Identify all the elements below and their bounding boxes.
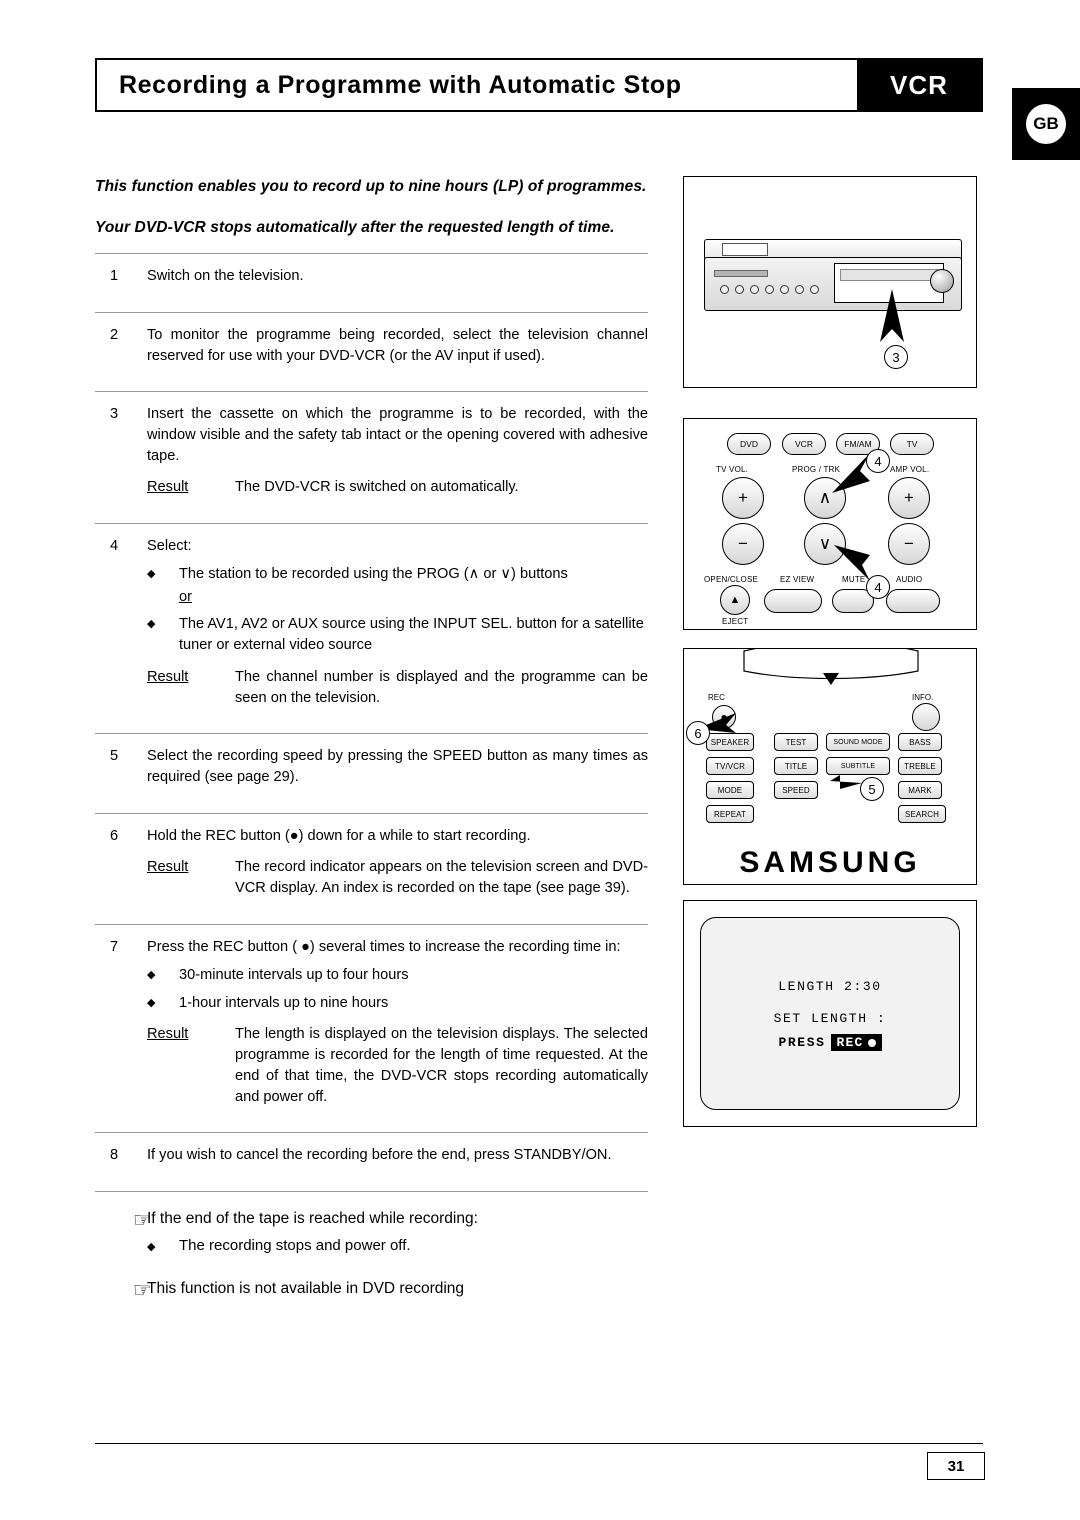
- device-callout-arrow-icon: [880, 289, 904, 342]
- diamond-bullet-icon: ◆: [147, 996, 156, 1009]
- bullet-text: The station to be recorded using the PRO…: [179, 565, 568, 582]
- step-number: 3: [110, 406, 119, 423]
- step-bullet: ◆ The station to be recorded using the P…: [147, 564, 648, 585]
- diamond-bullet-icon: ◆: [147, 1241, 156, 1254]
- step-item: 4 Select: ◆ The station to be recorded u…: [95, 524, 648, 719]
- footer-divider: [95, 1443, 983, 1444]
- diamond-bullet-icon: ◆: [147, 567, 156, 580]
- osd-set-length-line: SET LENGTH :: [773, 1011, 887, 1026]
- step-text: Switch on the television.: [147, 268, 304, 285]
- step-text: Select the recording speed by pressing t…: [147, 748, 648, 786]
- figure-device-front-panel: 3: [683, 176, 977, 388]
- region-badge: GB: [1012, 88, 1080, 160]
- brand-logo: SAMSUNG: [739, 846, 921, 879]
- osd-rec-label: REC: [836, 1035, 864, 1050]
- step-text: If you wish to cancel the recording befo…: [147, 1147, 612, 1164]
- step-text: To monitor the programme being recorded,…: [147, 326, 648, 364]
- note-text: If the end of the tape is reached while …: [147, 1210, 478, 1228]
- result-text: The length is displayed on the televisio…: [235, 1026, 648, 1105]
- step-item: 5 Select the recording speed by pressing…: [95, 734, 648, 798]
- result-text: The record indicator appears on the tele…: [235, 859, 648, 897]
- instructions-column: This function enables you to record up t…: [95, 175, 648, 1307]
- step-number: 8: [110, 1147, 119, 1164]
- figure-remote-lower: REC INFO. ● SPEAKER TEST SOUND MODE BASS…: [683, 648, 977, 885]
- remote-callout-arrows-icon: [832, 453, 870, 581]
- diamond-bullet-icon: ◆: [147, 618, 156, 631]
- step-text: Insert the cassette on which the program…: [147, 406, 648, 464]
- callout-3: 3: [884, 345, 908, 369]
- bullet-text: The AV1, AV2 or AUX source using the INP…: [179, 616, 644, 654]
- step-number: 1: [110, 268, 119, 285]
- osd-press-row: PRESS REC: [778, 1034, 882, 1051]
- step-text: Select:: [147, 538, 192, 555]
- result-label: Result: [147, 1026, 189, 1043]
- step-bullet: ◆ 30-minute intervals up to four hours: [147, 965, 648, 986]
- result-text: The DVD-VCR is switched on automatically…: [235, 479, 519, 496]
- step-item: 2 To monitor the programme being recorde…: [95, 313, 648, 377]
- callout-6: 6: [686, 721, 710, 745]
- note-subtext: The recording stops and power off.: [179, 1237, 411, 1255]
- divider: [95, 1191, 648, 1193]
- region-badge-label: GB: [1026, 104, 1066, 144]
- page-title: Recording a Programme with Automatic Sto…: [119, 70, 682, 99]
- result-label: Result: [147, 668, 189, 685]
- step-text: Press the REC button ( ●) several times …: [147, 938, 621, 955]
- note-subitem: ◆ The recording stops and power off.: [147, 1237, 648, 1258]
- diamond-bullet-icon: ◆: [147, 968, 156, 981]
- osd-display: LENGTH 2:30 SET LENGTH : PRESS REC: [700, 917, 960, 1110]
- page-number: 31: [927, 1452, 985, 1480]
- result-label: Result: [147, 479, 189, 496]
- step-number: 4: [110, 538, 119, 555]
- callout-4-upper: 4: [866, 449, 890, 473]
- mode-tag-vcr: VCR: [857, 60, 981, 110]
- record-dot-icon: [867, 1038, 876, 1047]
- step-item: 1 Switch on the television.: [95, 254, 648, 298]
- result-label: Result: [147, 859, 189, 876]
- step-bullet: ◆ 1-hour intervals up to nine hours: [147, 993, 648, 1014]
- pointing-hand-icon: ☞: [133, 1278, 152, 1302]
- step-text: Hold the REC button (●) down for a while…: [147, 827, 531, 844]
- callout-4-lower: 4: [866, 575, 890, 599]
- step-result: Result The channel number is displayed a…: [147, 667, 648, 708]
- step-result: Result The DVD-VCR is switched on automa…: [147, 477, 648, 498]
- note-item: ☞ If the end of the tape is reached whil…: [95, 1210, 648, 1231]
- step-result: Result The length is displayed on the te…: [147, 1024, 648, 1107]
- pointing-hand-icon: ☞: [133, 1209, 152, 1233]
- notes-section: ☞ If the end of the tape is reached whil…: [95, 1210, 648, 1301]
- step-number: 6: [110, 827, 119, 844]
- note-text: This function is not available in DVD re…: [147, 1279, 465, 1297]
- figure-remote-upper: DVD VCR FM/AM TV TV VOL. PROG / TRK AMP …: [683, 418, 977, 630]
- step-number: 7: [110, 938, 119, 955]
- intro-paragraph-1: This function enables you to record up t…: [95, 178, 647, 195]
- step-item: 6 Hold the REC button (●) down for a whi…: [95, 814, 648, 910]
- or-keyword: or: [179, 588, 192, 605]
- step-bullet: ◆ The AV1, AV2 or AUX source using the I…: [147, 614, 648, 655]
- figure-osd-screen: LENGTH 2:30 SET LENGTH : PRESS REC: [683, 900, 977, 1127]
- osd-length-line: LENGTH 2:30: [778, 979, 882, 994]
- osd-rec-badge: REC: [830, 1034, 882, 1051]
- bullet-text: 1-hour intervals up to nine hours: [179, 994, 389, 1011]
- page-header: Recording a Programme with Automatic Sto…: [95, 58, 983, 112]
- bullet-text: 30-minute intervals up to four hours: [179, 966, 409, 983]
- result-text: The channel number is displayed and the …: [235, 668, 648, 706]
- osd-press-label: PRESS: [778, 1035, 826, 1050]
- note-item: ☞ This function is not available in DVD …: [95, 1280, 648, 1301]
- step-item: 8 If you wish to cancel the recording be…: [95, 1133, 648, 1177]
- step-result: Result The record indicator appears on t…: [147, 857, 648, 898]
- step-number: 2: [110, 326, 119, 343]
- step-item: 3 Insert the cassette on which the progr…: [95, 392, 648, 509]
- step-number: 5: [110, 748, 119, 765]
- callout-5: 5: [860, 777, 884, 801]
- intro-paragraph-2: Your DVD-VCR stops automatically after t…: [95, 218, 615, 236]
- step-item: 7 Press the REC button ( ●) several time…: [95, 925, 648, 1118]
